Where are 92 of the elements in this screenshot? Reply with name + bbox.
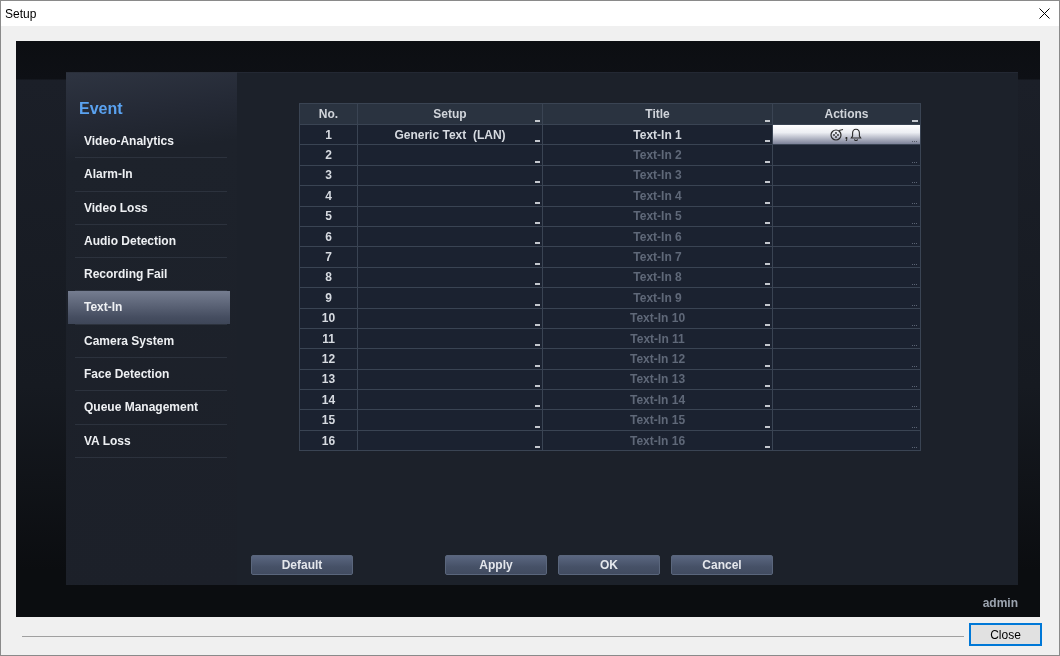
corner-mark-icon: [765, 303, 770, 306]
table-cell: 3: [300, 165, 357, 186]
sidebar-item[interactable]: Queue Management: [68, 391, 230, 424]
table-cell[interactable]: [358, 226, 542, 247]
table-cell: 9: [300, 288, 357, 308]
corner-mark-icon: [535, 140, 540, 143]
sidebar-item[interactable]: Recording Fail: [68, 258, 230, 291]
window-title: Setup: [5, 6, 37, 21]
corner-mark-icon: [765, 405, 770, 408]
table-cell: 6: [300, 226, 357, 247]
table-cell: 16: [300, 430, 357, 451]
table-cell: 7: [300, 247, 357, 267]
table-cell[interactable]: [358, 328, 542, 349]
corner-mark-icon: [535, 201, 540, 204]
table-cell[interactable]: [358, 349, 542, 369]
sidebar-heading: Event: [78, 99, 124, 119]
corner-mark-icon: [765, 323, 770, 326]
corner-mark-icon: [765, 242, 770, 245]
table-cell: 4: [300, 186, 357, 206]
close-button[interactable]: Close: [969, 623, 1042, 646]
corner-mark-icon: [535, 181, 540, 184]
table-cell[interactable]: [358, 145, 542, 165]
table-cell[interactable]: [358, 410, 542, 430]
table-cell[interactable]: [358, 186, 542, 206]
corner-mark-icon: [765, 181, 770, 184]
reel-icon: [829, 128, 844, 142]
corner-mark-icon: [535, 262, 540, 265]
corner-mark-icon: [765, 262, 770, 265]
corner-mark-icon: [765, 344, 770, 347]
corner-mark-icon: [765, 385, 770, 388]
corner-mark-icon: [765, 140, 770, 143]
table-cell[interactable]: Text-In 1: [543, 125, 772, 145]
sidebar-item[interactable]: Text-In: [68, 291, 230, 324]
table-cell: 14: [300, 390, 357, 410]
bell-icon: [849, 128, 864, 142]
corner-mark-icon: [535, 160, 540, 163]
table-cell[interactable]: [358, 390, 542, 410]
corner-mark-icon: [765, 283, 770, 286]
table-cell: 5: [300, 206, 357, 226]
corner-mark-icon: [535, 405, 540, 408]
sidebar-item[interactable]: Face Detection: [68, 358, 230, 391]
sidebar-item[interactable]: Camera System: [68, 324, 230, 358]
corner-mark-icon: [535, 425, 540, 428]
table-cell: 1: [300, 125, 357, 145]
corner-mark-icon: [535, 364, 540, 367]
table-cell: 15: [300, 410, 357, 430]
corner-mark-icon: [765, 160, 770, 163]
table-cell[interactable]: [358, 288, 542, 308]
corner-mark-icon: [535, 323, 540, 326]
user-name: admin: [982, 596, 1018, 610]
table-cell[interactable]: [358, 308, 542, 328]
table-cell: 12: [300, 349, 357, 369]
column-header: No.: [300, 104, 357, 124]
corner-mark-icon: [535, 344, 540, 347]
corner-mark-icon: [765, 425, 770, 428]
table-cell: 10: [300, 308, 357, 328]
footer-button[interactable]: Apply: [445, 555, 547, 575]
footer-button[interactable]: Default: [251, 555, 353, 575]
corner-mark-icon: [535, 446, 540, 449]
table-cell[interactable]: [358, 369, 542, 390]
table-cell: 13: [300, 369, 357, 390]
corner-mark-icon: [535, 283, 540, 286]
sidebar-item[interactable]: Video-Analytics: [68, 125, 230, 158]
footer-button[interactable]: OK: [558, 555, 660, 575]
table-cell: 8: [300, 267, 357, 288]
separator-text: ,: [844, 127, 849, 142]
sidebar-item[interactable]: Video Loss: [68, 191, 230, 224]
table-cell[interactable]: ,: [773, 125, 920, 145]
sidebar-item[interactable]: Alarm-In: [68, 158, 230, 191]
table-cell[interactable]: [358, 165, 542, 186]
corner-mark-icon: [535, 242, 540, 245]
corner-mark-icon: [765, 201, 770, 204]
sidebar-item[interactable]: Audio Detection: [68, 224, 230, 258]
corner-mark-icon: [765, 221, 770, 224]
table-cell: 2: [300, 145, 357, 165]
table-cell[interactable]: [358, 267, 542, 288]
corner-mark-icon: [535, 221, 540, 224]
table-cell: 11: [300, 328, 357, 349]
table-cell[interactable]: [358, 430, 542, 451]
column-header: Title: [543, 104, 772, 124]
corner-mark-icon: [765, 364, 770, 367]
sidebar-item[interactable]: VA Loss: [68, 424, 230, 457]
table-cell[interactable]: Generic Text (LAN): [358, 125, 542, 145]
column-header: Setup: [358, 104, 542, 124]
corner-mark-icon: [535, 303, 540, 306]
footer-button[interactable]: Cancel: [671, 555, 773, 575]
table-cell[interactable]: [358, 247, 542, 267]
close-icon[interactable]: [1039, 8, 1050, 19]
column-header: Actions: [773, 104, 920, 124]
table-cell[interactable]: [358, 206, 542, 226]
corner-mark-icon: [535, 385, 540, 388]
corner-mark-icon: [765, 446, 770, 449]
